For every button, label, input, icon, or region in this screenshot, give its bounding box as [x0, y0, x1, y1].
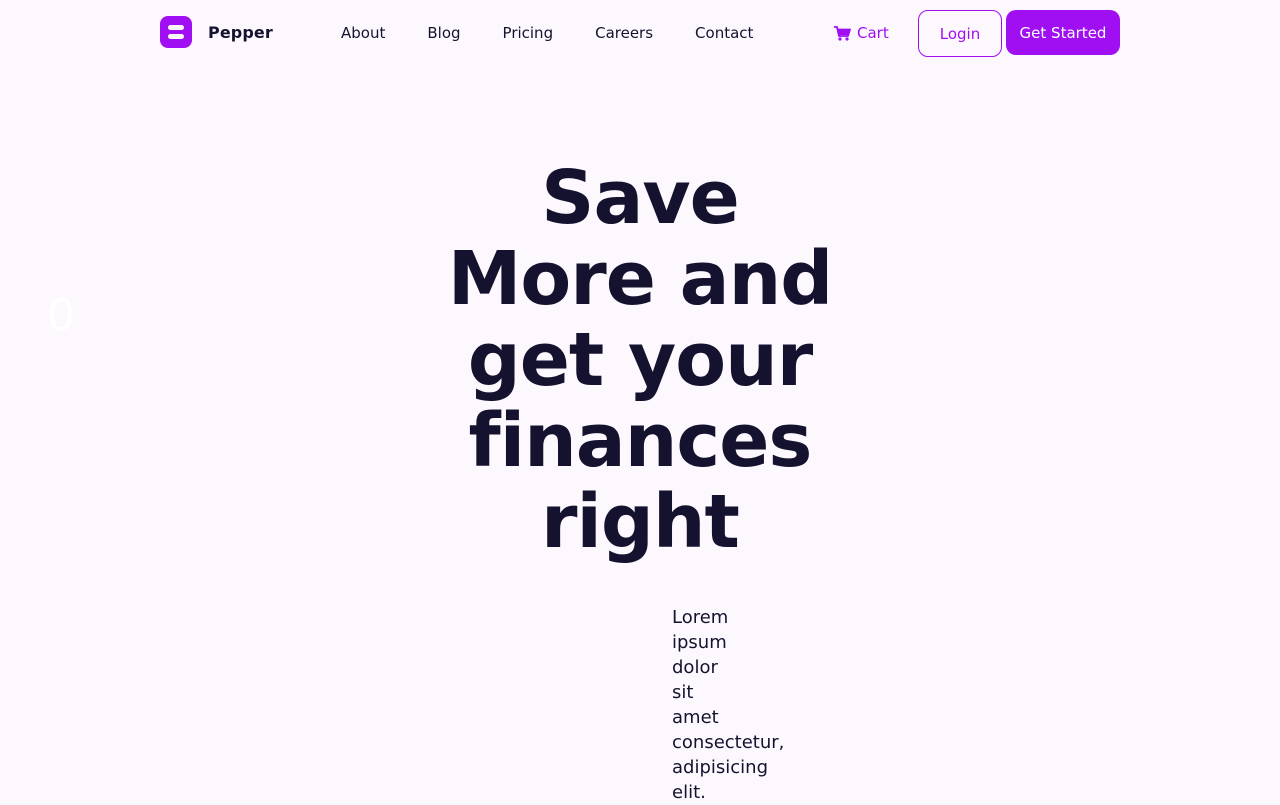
nav-item-blog[interactable]: Blog — [427, 23, 460, 43]
nav-item-careers[interactable]: Careers — [595, 23, 653, 43]
hero-subtitle-word: sit — [672, 682, 694, 703]
pepper-logo-icon — [160, 16, 192, 48]
cart-icon — [834, 25, 851, 41]
hero-title-line: get your — [467, 317, 814, 403]
hero-subtitle-word: adipisicing — [672, 757, 768, 778]
nav-item-about[interactable]: About — [341, 23, 385, 43]
hero-subtitle: Lorem ipsum dolor sit amet consectetur, … — [672, 605, 792, 805]
site-header: Pepper About Blog Pricing Careers Contac… — [0, 0, 1280, 66]
brand-logo-link[interactable]: Pepper — [160, 16, 273, 48]
nav-item-pricing[interactable]: Pricing — [503, 23, 554, 43]
hero-subtitle-word: consectetur, — [672, 732, 785, 753]
hero-title-line: Save — [541, 155, 740, 241]
hero-subtitle-word: Lorem — [672, 607, 729, 628]
hero-subtitle-word: dolor — [672, 657, 718, 678]
hero-title-line: finances — [468, 398, 813, 484]
main-nav: About Blog Pricing Careers Contact — [341, 23, 795, 43]
get-started-button[interactable]: Get Started — [1006, 10, 1120, 55]
hero-title: Save More and get your finances right — [440, 158, 840, 563]
login-button[interactable]: Login — [918, 10, 1002, 57]
cart-link[interactable]: Cart — [834, 23, 889, 43]
nav-item-contact[interactable]: Contact — [695, 23, 753, 43]
hero-title-line: More and — [447, 236, 834, 322]
hero-counter: 0 — [47, 290, 75, 341]
cart-label: Cart — [857, 24, 889, 42]
hero-title-line: right — [541, 479, 740, 565]
hero-subtitle-word: ipsum — [672, 632, 727, 653]
hero-subtitle-word: amet — [672, 707, 719, 728]
brand-name: Pepper — [208, 22, 273, 42]
